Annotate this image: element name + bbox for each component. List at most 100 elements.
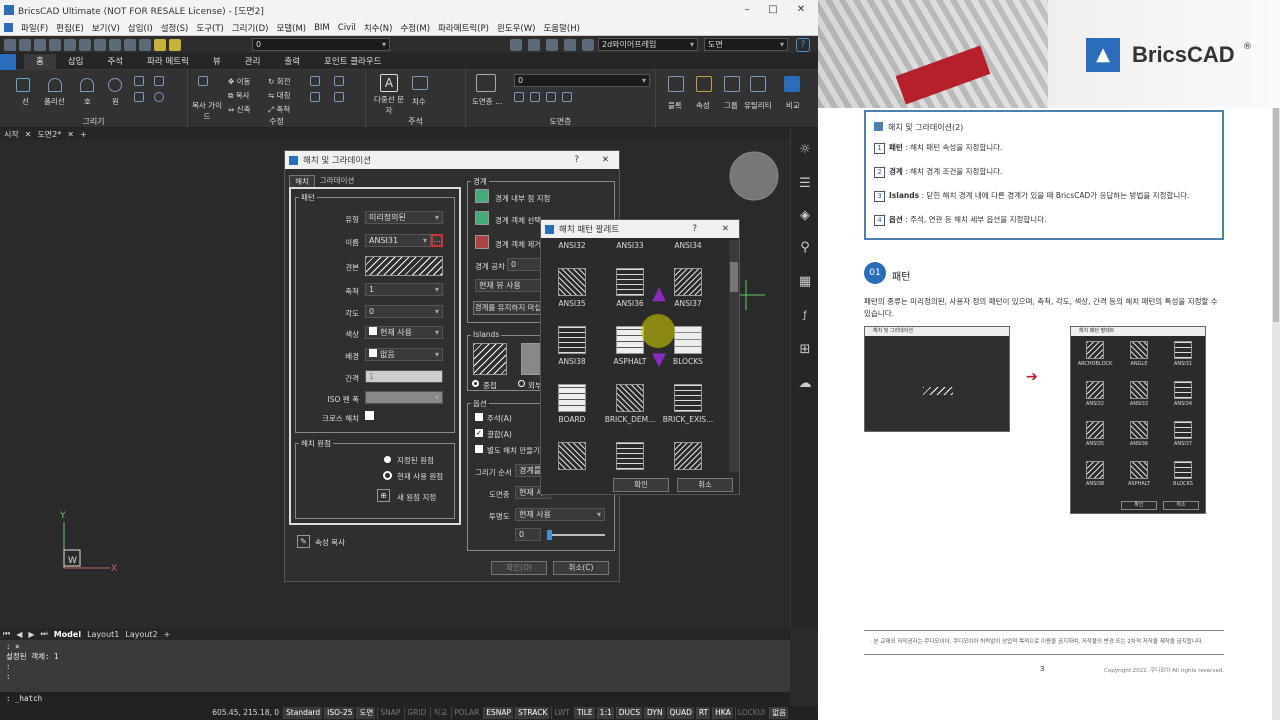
arc-icon[interactable] xyxy=(80,78,94,92)
lightbulb-panel-icon[interactable]: ☼ xyxy=(797,142,813,158)
layer-combo[interactable]: 0 ▾ xyxy=(514,74,650,87)
menu-item-10[interactable]: 치수(N) xyxy=(364,22,393,34)
erase-icon[interactable] xyxy=(528,39,540,51)
open-icon[interactable] xyxy=(19,38,31,51)
rotate-label[interactable]: ↻ 회전 xyxy=(268,76,290,87)
menu-item-13[interactable]: 윈도우(W) xyxy=(497,22,536,34)
cloud-panel-icon[interactable]: ☁ xyxy=(797,376,813,392)
visual-style-select[interactable]: 2d와이어프레임 ▾ xyxy=(598,38,698,51)
island-outer-image[interactable] xyxy=(521,343,541,375)
status-toggle-14[interactable]: QUAD xyxy=(666,707,694,719)
print-icon[interactable] xyxy=(64,38,76,51)
list-icon[interactable] xyxy=(564,39,576,51)
doc-tab-close-icon[interactable]: ✕ xyxy=(25,130,32,139)
block-icon[interactable] xyxy=(668,76,684,92)
pattern-cell[interactable]: BOARD xyxy=(543,384,601,424)
status-toggle-9[interactable]: LWT xyxy=(551,707,572,719)
keep-boundary-button[interactable]: 경계를 유지하지 마십 xyxy=(473,301,543,315)
polyline-icon[interactable] xyxy=(48,78,62,92)
minimize-icon[interactable]: – xyxy=(740,3,754,17)
dimension-icon[interactable] xyxy=(412,76,428,90)
palette-ok-button[interactable]: 확인 xyxy=(613,478,669,492)
move-label[interactable]: ✥ 이동 xyxy=(228,76,250,87)
scale-select[interactable]: 1 ▾ xyxy=(365,283,443,296)
menu-item-2[interactable]: 보기(V) xyxy=(92,22,120,34)
trim-icon[interactable] xyxy=(310,76,320,86)
preview-icon[interactable] xyxy=(79,38,91,51)
dialog-close-icon[interactable]: ✕ xyxy=(602,155,609,165)
status-toggle-7[interactable]: ESNAP xyxy=(483,707,514,719)
help-icon[interactable]: ? xyxy=(796,38,810,52)
doc-scrollbar[interactable] xyxy=(1272,108,1280,720)
select-objects-label[interactable]: 경계 객체 선택 xyxy=(495,215,541,226)
layer-off-icon[interactable] xyxy=(530,92,540,102)
transparency-select[interactable]: 현재 사용 ▾ xyxy=(515,508,605,521)
palette-close-icon[interactable]: ✕ xyxy=(722,224,729,234)
pattern-cell[interactable]: ANSI34 xyxy=(659,240,717,250)
doc-tab-0[interactable]: 시작 xyxy=(4,129,19,140)
layout-tab-1[interactable]: Layout1 xyxy=(87,630,119,639)
pattern-cell[interactable] xyxy=(601,442,659,472)
ribbon-tab-2[interactable]: 주석 xyxy=(95,54,135,70)
structure-panel-icon[interactable]: ⊞ xyxy=(797,342,813,358)
annotative-checkbox[interactable] xyxy=(475,413,483,421)
paste-icon[interactable] xyxy=(109,38,121,51)
properties-icon[interactable] xyxy=(696,76,712,92)
last-icon[interactable]: ⏭ xyxy=(41,629,48,639)
pattern-cell[interactable]: BRICK_EXIS... xyxy=(659,384,717,424)
function-panel-icon[interactable]: ƒ xyxy=(797,308,813,324)
status-toggle-2[interactable]: 도면 xyxy=(356,707,376,719)
layout-tab-0[interactable]: Model xyxy=(54,630,81,639)
island-nested-image[interactable] xyxy=(473,343,507,375)
palette-scroll-thumb[interactable] xyxy=(730,262,738,292)
lightbulb-icon[interactable] xyxy=(154,38,166,51)
menu-item-4[interactable]: 설정(S) xyxy=(161,22,189,34)
current-view-select[interactable]: 현재 뷰 사용 xyxy=(475,279,545,292)
pattern-cell[interactable]: BRICK_DEM... xyxy=(601,384,659,424)
status-toggle-6[interactable]: POLAR xyxy=(451,707,481,719)
mirror-label[interactable]: ⇋ 대칭 xyxy=(268,90,290,101)
cut-icon[interactable] xyxy=(94,38,106,51)
ribbon-tab-6[interactable]: 출력 xyxy=(272,54,312,70)
transparency-slider-thumb[interactable] xyxy=(547,530,552,540)
print-style-icon[interactable] xyxy=(582,39,594,51)
pick-points-label[interactable]: 경계 내부 점 지정 xyxy=(495,193,550,204)
name-select[interactable]: ANSI31 ▾ xyxy=(365,234,431,247)
palette-help-icon[interactable]: ? xyxy=(692,224,697,234)
next-icon[interactable]: ▶ xyxy=(28,630,34,639)
visual-style-icon[interactable] xyxy=(510,39,522,51)
color-select[interactable]: 현재 사용 ▾ xyxy=(365,326,443,339)
ribbon-tab-1[interactable]: 삽입 xyxy=(56,54,96,70)
doc-scroll-thumb[interactable] xyxy=(1273,108,1279,322)
type-select[interactable]: 미리정의된 ▾ xyxy=(365,211,443,224)
ribbon-tab-0[interactable]: 홈 xyxy=(24,53,56,70)
pattern-cell[interactable]: ANSI35 xyxy=(543,268,601,308)
status-toggle-11[interactable]: 1:1 xyxy=(596,707,614,719)
cancel-button[interactable]: 취소(C) xyxy=(553,561,609,575)
save-as-icon[interactable] xyxy=(49,38,61,51)
status-toggle-4[interactable]: GRID xyxy=(404,707,428,719)
save-icon[interactable] xyxy=(34,38,46,51)
scale-label[interactable]: ⤢ 축척 xyxy=(268,104,290,115)
hatch-icon[interactable] xyxy=(134,92,144,102)
menu-item-1[interactable]: 편집(E) xyxy=(56,22,84,34)
ribbon-tab-3[interactable]: 파라 메트릭 xyxy=(135,54,201,70)
status-toggle-3[interactable]: SNAP xyxy=(377,707,402,719)
doc-tab-close-icon[interactable]: ✕ xyxy=(67,130,74,139)
status-toggle-17[interactable]: LOCKUI xyxy=(734,707,767,719)
maximize-icon[interactable]: □ xyxy=(766,3,780,17)
extend-icon[interactable] xyxy=(334,76,344,86)
pattern-cell[interactable] xyxy=(659,442,717,472)
ribbon-tab-5[interactable]: 관리 xyxy=(233,54,273,70)
stretch-label[interactable]: ⇔ 신축 xyxy=(228,104,250,115)
pick-points-icon[interactable] xyxy=(475,189,489,203)
first-icon[interactable]: ⏮ xyxy=(3,629,10,639)
origin-specified-radio[interactable] xyxy=(384,456,391,463)
ribbon-tab-7[interactable]: 포인트 클라우드 xyxy=(312,54,393,70)
status-toggle-12[interactable]: DUCS xyxy=(615,707,643,719)
close-icon[interactable]: ✕ xyxy=(794,3,808,17)
transparency-input[interactable]: 0 xyxy=(515,528,541,541)
undo-icon[interactable] xyxy=(124,38,136,51)
layer-select[interactable]: 0 ▾ xyxy=(252,38,390,51)
menu-item-8[interactable]: BIM xyxy=(314,23,330,33)
